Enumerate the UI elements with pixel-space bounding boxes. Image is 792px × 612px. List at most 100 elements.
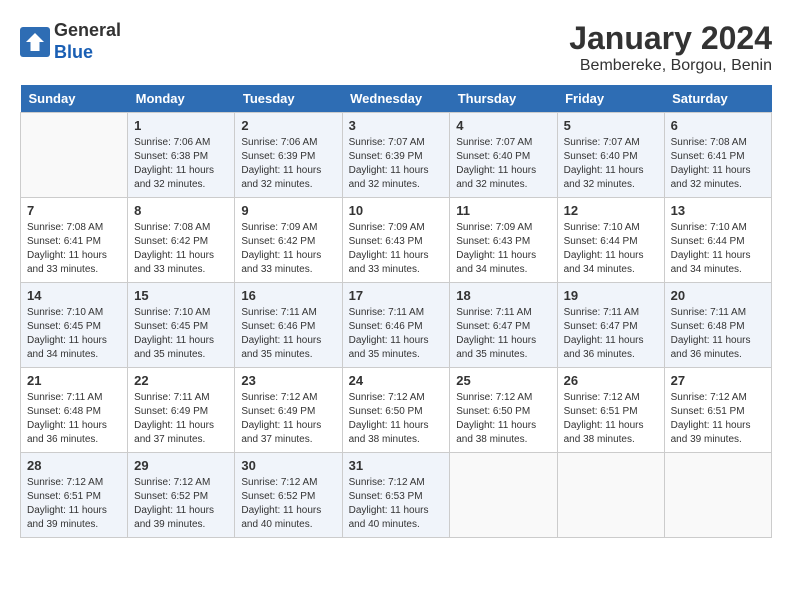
calendar-cell: 11 Sunrise: 7:09 AM Sunset: 6:43 PM Dayl… xyxy=(450,198,557,283)
sunrise-text: Sunrise: 7:09 AM xyxy=(241,222,317,233)
daylight-text: Daylight: 11 hours and 34 minutes. xyxy=(456,250,536,275)
day-info: Sunrise: 7:06 AM Sunset: 6:38 PM Dayligh… xyxy=(134,136,228,192)
calendar-cell: 1 Sunrise: 7:06 AM Sunset: 6:38 PM Dayli… xyxy=(128,113,235,198)
day-number: 9 xyxy=(241,203,335,218)
logo-general: General xyxy=(54,20,121,40)
calendar-cell: 17 Sunrise: 7:11 AM Sunset: 6:46 PM Dayl… xyxy=(342,283,450,368)
weekday-header: Wednesday xyxy=(342,85,450,113)
day-info: Sunrise: 7:10 AM Sunset: 6:45 PM Dayligh… xyxy=(27,306,121,362)
day-number: 18 xyxy=(456,288,550,303)
calendar-cell: 25 Sunrise: 7:12 AM Sunset: 6:50 PM Dayl… xyxy=(450,368,557,453)
day-number: 20 xyxy=(671,288,765,303)
daylight-text: Daylight: 11 hours and 33 minutes. xyxy=(349,250,429,275)
location-title: Bembereke, Borgou, Benin xyxy=(569,57,772,75)
daylight-text: Daylight: 11 hours and 36 minutes. xyxy=(671,335,751,360)
sunrise-text: Sunrise: 7:08 AM xyxy=(27,222,103,233)
day-info: Sunrise: 7:11 AM Sunset: 6:47 PM Dayligh… xyxy=(564,306,658,362)
calendar-cell: 4 Sunrise: 7:07 AM Sunset: 6:40 PM Dayli… xyxy=(450,113,557,198)
daylight-text: Daylight: 11 hours and 36 minutes. xyxy=(27,420,107,445)
calendar-cell: 3 Sunrise: 7:07 AM Sunset: 6:39 PM Dayli… xyxy=(342,113,450,198)
calendar-cell: 24 Sunrise: 7:12 AM Sunset: 6:50 PM Dayl… xyxy=(342,368,450,453)
sunrise-text: Sunrise: 7:11 AM xyxy=(134,392,209,403)
day-number: 26 xyxy=(564,373,658,388)
sunrise-text: Sunrise: 7:10 AM xyxy=(134,307,210,318)
day-number: 6 xyxy=(671,118,765,133)
calendar-cell: 10 Sunrise: 7:09 AM Sunset: 6:43 PM Dayl… xyxy=(342,198,450,283)
sunset-text: Sunset: 6:43 PM xyxy=(456,236,530,247)
sunset-text: Sunset: 6:46 PM xyxy=(241,321,315,332)
daylight-text: Daylight: 11 hours and 34 minutes. xyxy=(27,335,107,360)
day-number: 30 xyxy=(241,458,335,473)
daylight-text: Daylight: 11 hours and 38 minutes. xyxy=(349,420,429,445)
calendar-cell: 20 Sunrise: 7:11 AM Sunset: 6:48 PM Dayl… xyxy=(664,283,771,368)
calendar-cell: 30 Sunrise: 7:12 AM Sunset: 6:52 PM Dayl… xyxy=(235,453,342,538)
day-number: 22 xyxy=(134,373,228,388)
calendar-cell: 28 Sunrise: 7:12 AM Sunset: 6:51 PM Dayl… xyxy=(21,453,128,538)
sunrise-text: Sunrise: 7:11 AM xyxy=(241,307,316,318)
day-info: Sunrise: 7:12 AM Sunset: 6:51 PM Dayligh… xyxy=(564,391,658,447)
calendar-cell: 31 Sunrise: 7:12 AM Sunset: 6:53 PM Dayl… xyxy=(342,453,450,538)
sunrise-text: Sunrise: 7:11 AM xyxy=(349,307,424,318)
daylight-text: Daylight: 11 hours and 32 minutes. xyxy=(134,165,214,190)
daylight-text: Daylight: 11 hours and 40 minutes. xyxy=(349,505,429,530)
day-info: Sunrise: 7:09 AM Sunset: 6:43 PM Dayligh… xyxy=(456,221,550,277)
day-info: Sunrise: 7:11 AM Sunset: 6:48 PM Dayligh… xyxy=(27,391,121,447)
calendar-cell: 27 Sunrise: 7:12 AM Sunset: 6:51 PM Dayl… xyxy=(664,368,771,453)
day-number: 19 xyxy=(564,288,658,303)
sunset-text: Sunset: 6:48 PM xyxy=(27,406,101,417)
day-number: 14 xyxy=(27,288,121,303)
day-info: Sunrise: 7:12 AM Sunset: 6:52 PM Dayligh… xyxy=(134,476,228,532)
sunrise-text: Sunrise: 7:12 AM xyxy=(349,477,425,488)
calendar-body: 1 Sunrise: 7:06 AM Sunset: 6:38 PM Dayli… xyxy=(21,113,772,538)
daylight-text: Daylight: 11 hours and 35 minutes. xyxy=(241,335,321,360)
day-number: 12 xyxy=(564,203,658,218)
day-info: Sunrise: 7:12 AM Sunset: 6:50 PM Dayligh… xyxy=(349,391,444,447)
sunset-text: Sunset: 6:47 PM xyxy=(456,321,530,332)
daylight-text: Daylight: 11 hours and 33 minutes. xyxy=(241,250,321,275)
sunrise-text: Sunrise: 7:12 AM xyxy=(564,392,640,403)
calendar-cell xyxy=(21,113,128,198)
sunrise-text: Sunrise: 7:12 AM xyxy=(241,477,317,488)
daylight-text: Daylight: 11 hours and 32 minutes. xyxy=(241,165,321,190)
sunrise-text: Sunrise: 7:12 AM xyxy=(134,477,210,488)
day-info: Sunrise: 7:12 AM Sunset: 6:51 PM Dayligh… xyxy=(671,391,765,447)
calendar-cell: 21 Sunrise: 7:11 AM Sunset: 6:48 PM Dayl… xyxy=(21,368,128,453)
day-info: Sunrise: 7:10 AM Sunset: 6:44 PM Dayligh… xyxy=(564,221,658,277)
day-info: Sunrise: 7:09 AM Sunset: 6:42 PM Dayligh… xyxy=(241,221,335,277)
header-row: SundayMondayTuesdayWednesdayThursdayFrid… xyxy=(21,85,772,113)
sunrise-text: Sunrise: 7:12 AM xyxy=(241,392,317,403)
title-area: January 2024 Bembereke, Borgou, Benin xyxy=(569,20,772,75)
sunset-text: Sunset: 6:40 PM xyxy=(456,151,530,162)
sunrise-text: Sunrise: 7:08 AM xyxy=(671,137,747,148)
calendar-cell xyxy=(664,453,771,538)
day-info: Sunrise: 7:11 AM Sunset: 6:49 PM Dayligh… xyxy=(134,391,228,447)
sunset-text: Sunset: 6:51 PM xyxy=(671,406,745,417)
day-number: 29 xyxy=(134,458,228,473)
calendar-cell: 22 Sunrise: 7:11 AM Sunset: 6:49 PM Dayl… xyxy=(128,368,235,453)
sunset-text: Sunset: 6:45 PM xyxy=(27,321,101,332)
day-info: Sunrise: 7:08 AM Sunset: 6:41 PM Dayligh… xyxy=(671,136,765,192)
page-header: General Blue January 2024 Bembereke, Bor… xyxy=(20,20,772,75)
calendar-week-row: 14 Sunrise: 7:10 AM Sunset: 6:45 PM Dayl… xyxy=(21,283,772,368)
sunset-text: Sunset: 6:50 PM xyxy=(456,406,530,417)
sunrise-text: Sunrise: 7:12 AM xyxy=(671,392,747,403)
calendar-cell: 18 Sunrise: 7:11 AM Sunset: 6:47 PM Dayl… xyxy=(450,283,557,368)
weekday-header: Tuesday xyxy=(235,85,342,113)
daylight-text: Daylight: 11 hours and 32 minutes. xyxy=(671,165,751,190)
day-number: 15 xyxy=(134,288,228,303)
day-info: Sunrise: 7:12 AM Sunset: 6:50 PM Dayligh… xyxy=(456,391,550,447)
calendar-week-row: 1 Sunrise: 7:06 AM Sunset: 6:38 PM Dayli… xyxy=(21,113,772,198)
sunset-text: Sunset: 6:50 PM xyxy=(349,406,423,417)
day-info: Sunrise: 7:12 AM Sunset: 6:51 PM Dayligh… xyxy=(27,476,121,532)
day-info: Sunrise: 7:10 AM Sunset: 6:44 PM Dayligh… xyxy=(671,221,765,277)
sunset-text: Sunset: 6:42 PM xyxy=(134,236,208,247)
calendar-cell: 16 Sunrise: 7:11 AM Sunset: 6:46 PM Dayl… xyxy=(235,283,342,368)
logo: General Blue xyxy=(20,20,121,63)
sunset-text: Sunset: 6:38 PM xyxy=(134,151,208,162)
daylight-text: Daylight: 11 hours and 35 minutes. xyxy=(456,335,536,360)
sunrise-text: Sunrise: 7:07 AM xyxy=(564,137,640,148)
day-number: 23 xyxy=(241,373,335,388)
sunrise-text: Sunrise: 7:11 AM xyxy=(27,392,102,403)
logo-blue: Blue xyxy=(54,42,93,62)
calendar-cell: 15 Sunrise: 7:10 AM Sunset: 6:45 PM Dayl… xyxy=(128,283,235,368)
